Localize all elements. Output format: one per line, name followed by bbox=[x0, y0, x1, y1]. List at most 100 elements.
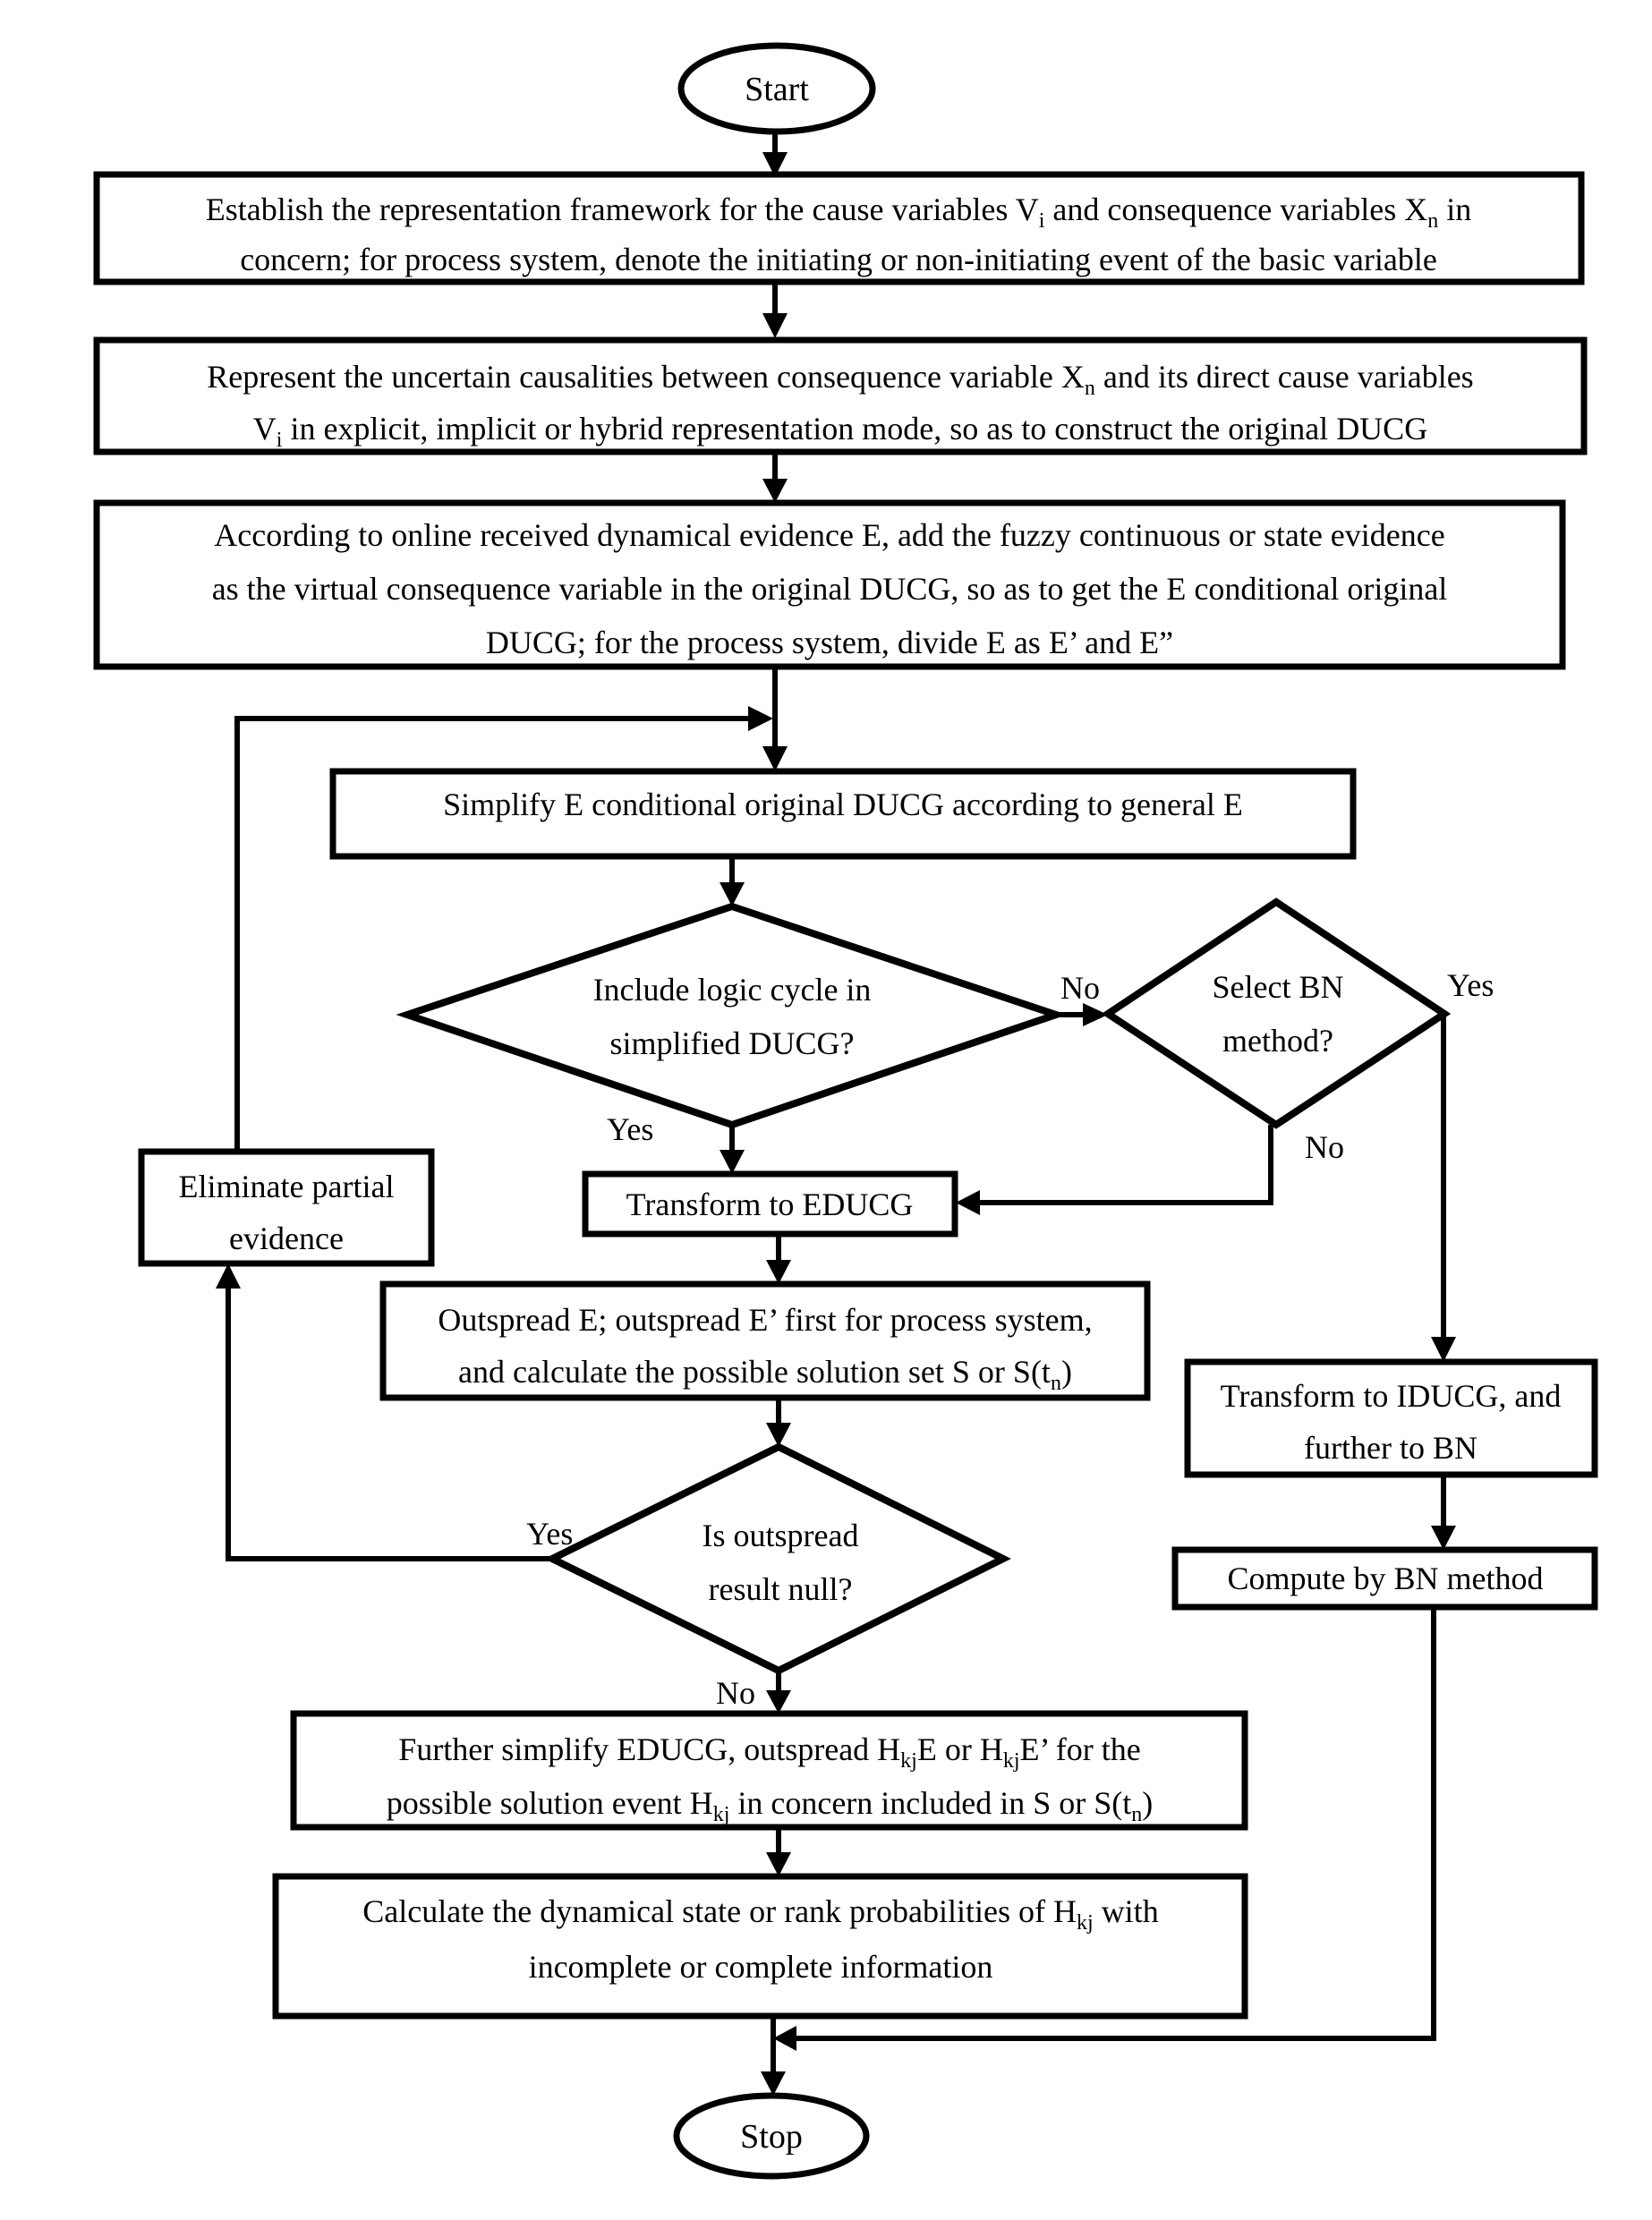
node-educg[interactable]: Transform to EDUCG bbox=[582, 1170, 958, 1238]
arrowhead bbox=[773, 2026, 796, 2051]
subscript: n bbox=[1131, 1803, 1142, 1826]
label-text: incomplete or complete information bbox=[529, 1949, 993, 1985]
label-line: Start bbox=[745, 71, 809, 108]
label-text: result null? bbox=[709, 1571, 853, 1607]
label-line: Vi​ in explicit, implicit or hybrid repr… bbox=[253, 411, 1427, 452]
label-line: and calculate the possible solution set … bbox=[458, 1354, 1072, 1395]
label-text: and consequence variables X bbox=[1044, 191, 1427, 227]
logic-cycle-diamond bbox=[396, 902, 1068, 1129]
node-select-bn[interactable]: Select BN method? bbox=[1101, 897, 1452, 1129]
label-text: evidence bbox=[229, 1221, 344, 1256]
subscript: kj bbox=[1077, 1911, 1094, 1935]
node-evidence[interactable]: According to online received dynamical e… bbox=[93, 499, 1566, 670]
flowchart: Start Establish the representation frame… bbox=[93, 42, 1598, 2180]
label-text: Transform to EDUCG bbox=[626, 1187, 914, 1222]
node-start[interactable]: Start bbox=[677, 42, 876, 135]
branch-label-select-bn-yes: Yes bbox=[1447, 967, 1494, 1003]
label-text: Select BN bbox=[1213, 969, 1344, 1005]
subscript: kj bbox=[900, 1749, 917, 1773]
label-text: Compute by BN method bbox=[1228, 1561, 1544, 1596]
label-text: Outspread E; outspread E’ first for proc… bbox=[438, 1302, 1092, 1338]
label-text: According to online received dynamical e… bbox=[214, 517, 1444, 553]
label-line: Establish the representation framework f… bbox=[206, 191, 1472, 233]
arrowhead bbox=[1431, 1337, 1456, 1362]
label-text: Start bbox=[745, 71, 809, 108]
node-stop[interactable]: Stop bbox=[673, 2092, 870, 2180]
label-text: Further simplify EDUCG, outspread H bbox=[398, 1731, 900, 1767]
label-text: Stop bbox=[740, 2118, 803, 2156]
label-line: Include logic cycle in bbox=[593, 972, 872, 1008]
node-establish[interactable]: Establish the representation framework f… bbox=[93, 171, 1585, 285]
label-line: incomplete or complete information bbox=[529, 1949, 993, 1985]
node-eliminate[interactable]: Eliminate partial evidence bbox=[138, 1148, 435, 1267]
arrowhead bbox=[762, 746, 788, 771]
label-text: as the virtual consequence variable in t… bbox=[212, 571, 1448, 607]
node-null-check[interactable]: Is outspread result null? bbox=[543, 1442, 1011, 1675]
node-logic-cycle[interactable]: Include logic cycle in simplified DUCG? bbox=[396, 902, 1068, 1129]
simplify-label: Simplify E conditional original DUCG acc… bbox=[443, 787, 1243, 822]
label-text: in explicit, implicit or hybrid represen… bbox=[282, 411, 1427, 447]
arrowhead bbox=[762, 479, 788, 503]
label-line: Stop bbox=[740, 2118, 803, 2156]
label-text: Is outspread bbox=[703, 1518, 859, 1553]
stop-label: Stop bbox=[740, 2118, 803, 2156]
subscript: kj bbox=[713, 1803, 730, 1826]
label-text: Include logic cycle in bbox=[593, 972, 872, 1008]
arrowhead bbox=[720, 1150, 745, 1174]
arrowhead bbox=[761, 2071, 786, 2096]
label-line: Is outspread bbox=[703, 1518, 859, 1553]
label-text: Represent the uncertain causalities betw… bbox=[207, 359, 1085, 395]
label-text: in concern included in S or S(t bbox=[729, 1785, 1131, 1821]
label-line: concern; for process system, denote the … bbox=[240, 242, 1437, 277]
arrowhead bbox=[762, 313, 788, 338]
node-compute-bn[interactable]: Compute by BN method bbox=[1171, 1546, 1598, 1611]
label-line: Outspread E; outspread E’ first for proc… bbox=[438, 1302, 1092, 1338]
label-line: Transform to EDUCG bbox=[626, 1187, 914, 1222]
label-text: with bbox=[1094, 1893, 1159, 1929]
label-line: Eliminate partial bbox=[179, 1169, 395, 1204]
label-text: Transform to IDUCG, and bbox=[1221, 1378, 1562, 1414]
label-line: further to BN bbox=[1304, 1430, 1477, 1466]
node-further[interactable]: Further simplify EDUCG, outspread Hkj​E … bbox=[290, 1710, 1248, 1831]
compute-bn-label: Compute by BN method bbox=[1228, 1561, 1544, 1596]
label-line: Represent the uncertain causalities betw… bbox=[207, 359, 1473, 400]
label-text: V bbox=[253, 411, 277, 447]
label-line: Transform to IDUCG, and bbox=[1221, 1378, 1562, 1414]
label-text: Establish the representation framework f… bbox=[206, 191, 1039, 227]
node-iducg[interactable]: Transform to IDUCG, and further to BN bbox=[1184, 1358, 1598, 1478]
label-text: in bbox=[1438, 191, 1471, 227]
subscript: n bbox=[1085, 377, 1095, 400]
node-represent[interactable]: Represent the uncertain causalities betw… bbox=[93, 336, 1588, 455]
arrowhead bbox=[748, 706, 773, 731]
label-line: evidence bbox=[229, 1221, 344, 1256]
arrowhead bbox=[956, 1190, 980, 1215]
label-text: DUCG; for the process system, divide E a… bbox=[486, 625, 1173, 660]
label-line: Compute by BN method bbox=[1228, 1561, 1544, 1596]
label-text: Eliminate partial bbox=[179, 1169, 395, 1204]
label-line: Select BN bbox=[1213, 969, 1344, 1005]
subscript: kj bbox=[1003, 1749, 1020, 1773]
label-text: further to BN bbox=[1304, 1430, 1477, 1466]
arrowhead bbox=[766, 1260, 791, 1284]
arrowhead bbox=[766, 1690, 791, 1714]
label-text: ) bbox=[1061, 1354, 1072, 1390]
label-line: method? bbox=[1222, 1023, 1333, 1059]
label-line: DUCG; for the process system, divide E a… bbox=[486, 625, 1173, 660]
label-text: concern; for process system, denote the … bbox=[240, 242, 1437, 277]
label-text: Simplify E conditional original DUCG acc… bbox=[443, 787, 1243, 822]
label-text: simplified DUCG? bbox=[610, 1025, 855, 1061]
label-text: Calculate the dynamical state or rank pr… bbox=[362, 1893, 1077, 1929]
node-simplify[interactable]: Simplify E conditional original DUCG acc… bbox=[329, 768, 1357, 860]
arrowhead bbox=[1431, 1526, 1456, 1550]
educg-label: Transform to EDUCG bbox=[626, 1187, 914, 1222]
arrowhead bbox=[216, 1263, 241, 1289]
null-check-diamond bbox=[543, 1442, 1011, 1675]
branch-label-null-check-yes: Yes bbox=[526, 1516, 573, 1552]
select-bn-diamond bbox=[1101, 897, 1452, 1129]
node-outspread[interactable]: Outspread E; outspread E’ first for proc… bbox=[379, 1280, 1151, 1401]
node-calculate[interactable]: Calculate the dynamical state or rank pr… bbox=[272, 1873, 1248, 2020]
label-text: and its direct cause variables bbox=[1095, 359, 1474, 395]
label-line: According to online received dynamical e… bbox=[214, 517, 1444, 553]
label-text: method? bbox=[1222, 1023, 1333, 1059]
label-text: E or H bbox=[917, 1731, 1003, 1767]
